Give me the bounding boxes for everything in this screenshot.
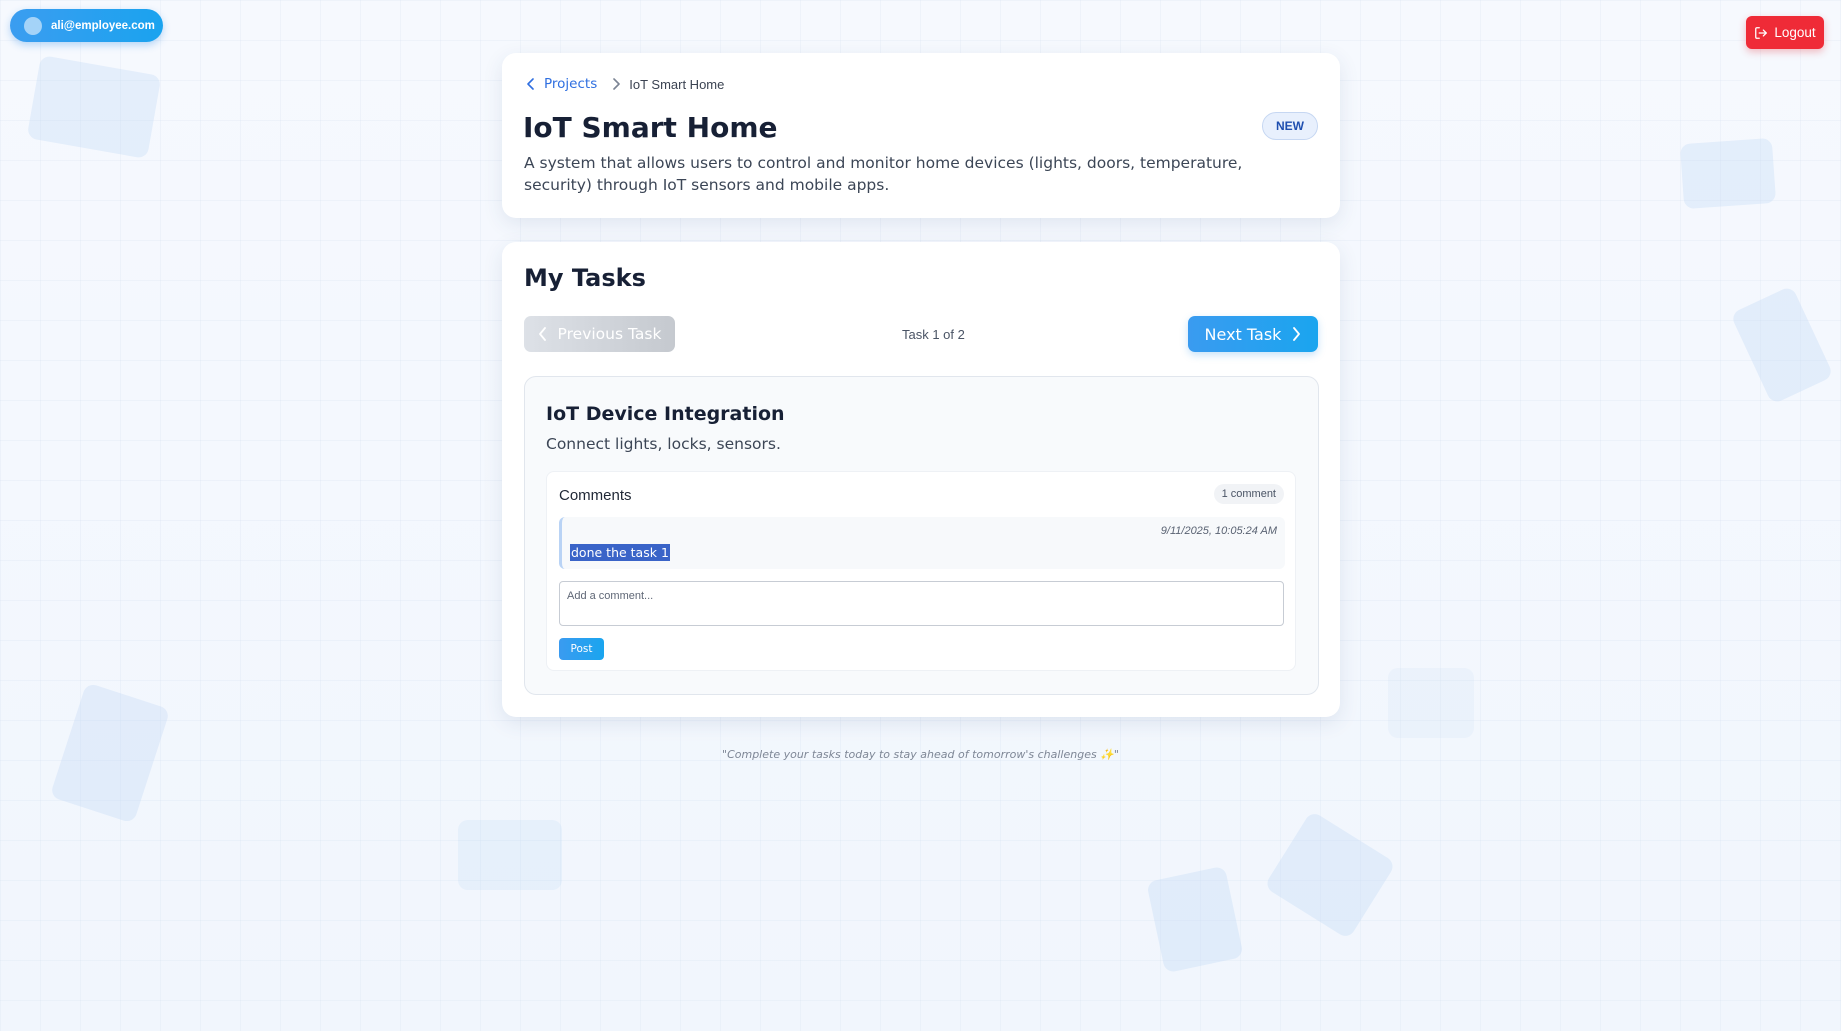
section-title: My Tasks [524,264,646,292]
chevron-right-icon [611,78,621,90]
project-description: A system that allows users to control an… [524,154,1243,194]
logout-button[interactable]: Logout [1746,16,1824,49]
decorative-shape [1146,865,1244,974]
decorative-shape [458,820,562,890]
decorative-shape [26,55,162,159]
logout-label: Logout [1774,25,1816,40]
logout-icon [1754,26,1768,40]
project-header-card: Projects IoT Smart Home IoT Smart Home N… [502,53,1340,218]
chevron-right-icon [1291,327,1301,341]
task-counter: Task 1 of 2 [902,327,965,342]
chevron-left-icon [538,327,548,341]
previous-task-button[interactable]: Previous Task [524,316,675,352]
task-detail-box: IoT Device Integration Connect lights, l… [524,376,1319,695]
avatar [24,16,42,35]
next-task-label: Next Task [1204,324,1282,344]
comment-input[interactable] [559,581,1284,626]
user-email: ali@employee.com [51,19,155,32]
comment-timestamp: 9/11/2025, 10:05:24 AM [1160,525,1277,537]
breadcrumb-projects-link[interactable]: Projects [544,76,597,92]
comment-item: 9/11/2025, 10:05:24 AM done the task 1 [559,517,1285,569]
decorative-shape [1388,668,1474,738]
comments-panel: Comments 1 comment 9/11/2025, 10:05:24 A… [546,471,1296,671]
previous-task-label: Previous Task [557,325,662,343]
task-description: Connect lights, locks, sensors. [546,435,781,453]
decorative-shape [1679,137,1777,210]
comments-title: Comments [559,487,632,504]
task-title: IoT Device Integration [546,403,785,425]
page-title: IoT Smart Home [523,111,778,144]
post-comment-button[interactable]: Post [559,638,604,660]
user-profile-pill[interactable]: ali@employee.com [10,9,163,42]
status-badge: NEW [1262,112,1318,140]
next-task-button[interactable]: Next Task [1188,316,1318,352]
decorative-shape [1263,810,1397,940]
decorative-shape [1730,285,1834,405]
comment-count-badge: 1 comment [1213,484,1284,504]
chevron-left-icon[interactable] [526,78,536,90]
motivational-quote: "Complete your tasks today to stay ahead… [722,748,1119,761]
breadcrumb-current: IoT Smart Home [629,76,725,92]
tasks-card: My Tasks Previous Task Task 1 of 2 Next … [502,242,1340,717]
breadcrumb: Projects IoT Smart Home [526,76,724,92]
comment-text[interactable]: done the task 1 [570,544,670,561]
